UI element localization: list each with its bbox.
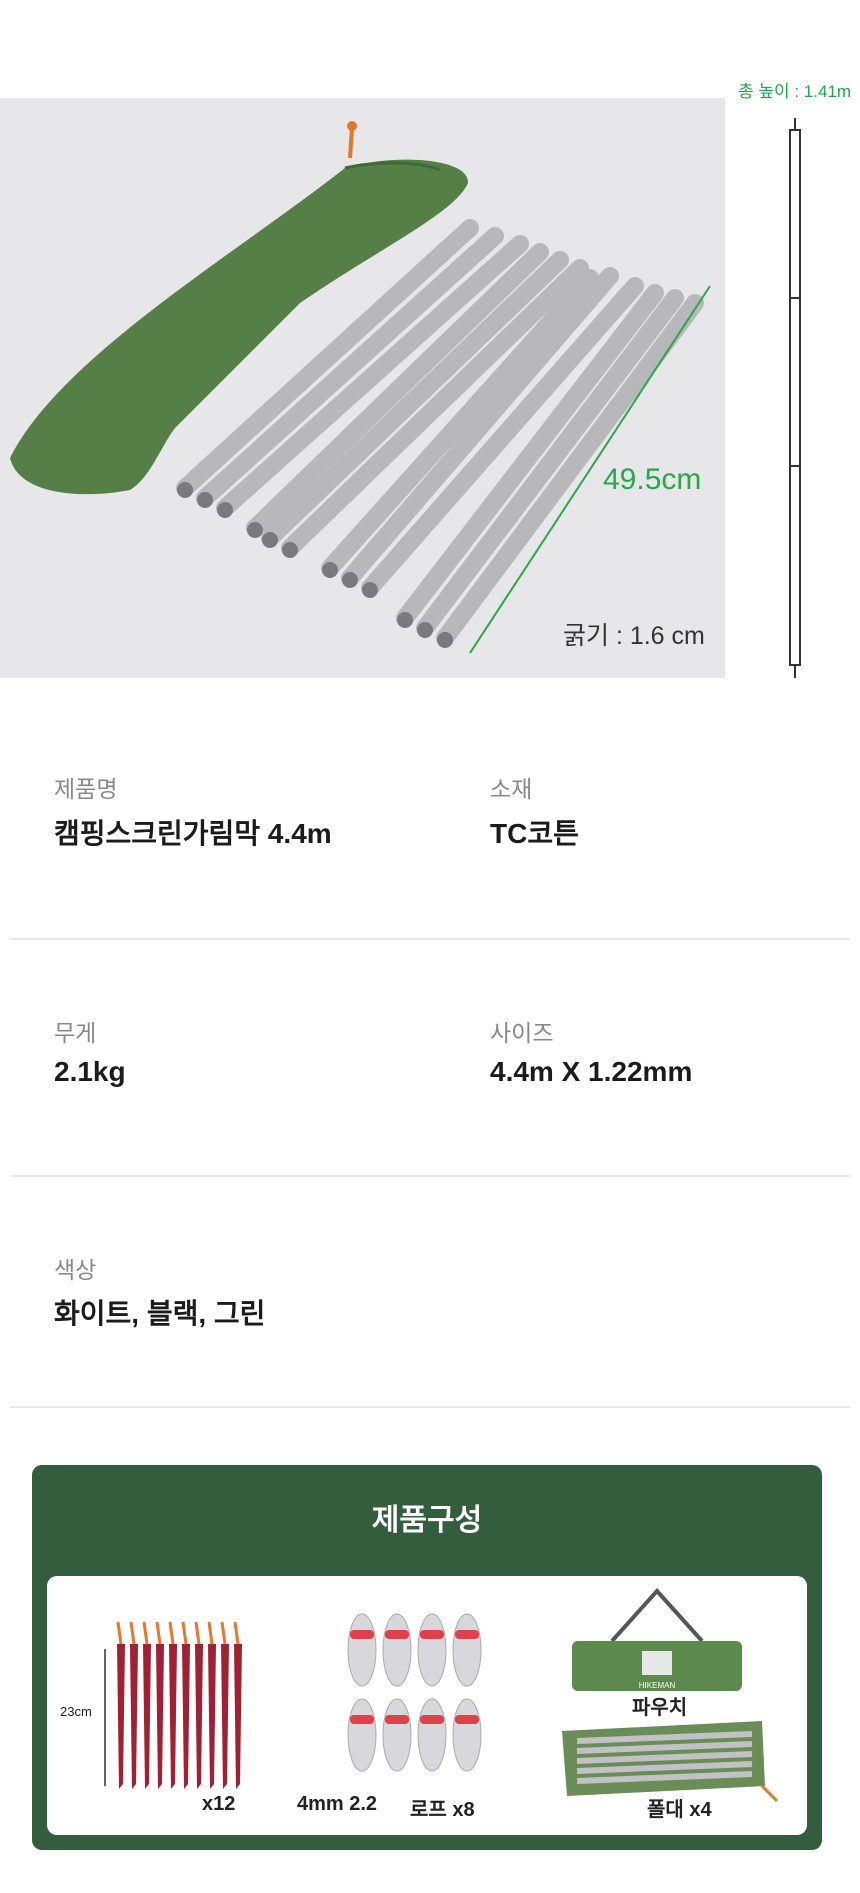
spec-value-product-name: 캠핑스크린가림막 4.4m bbox=[54, 818, 332, 849]
spec-label-size: 사이즈 bbox=[490, 1020, 554, 1046]
rope-count-label: 로프 x8 bbox=[410, 1799, 475, 1821]
pouch-illustration: HIKEMAN bbox=[572, 1588, 742, 1691]
assembled-pole-diagram bbox=[789, 118, 801, 678]
length-label: 49.5cm bbox=[603, 463, 702, 496]
divider bbox=[10, 1406, 850, 1408]
components-title: 제품구성 bbox=[371, 1504, 483, 1537]
components-card: 23cm x12 4mm 2.2 로프 x8 HIKEMAN 파우치 폴대 x4 bbox=[47, 1576, 807, 1835]
spec-value-size: 4.4m X 1.22mm bbox=[490, 1056, 693, 1087]
components-panel: 제품구성 23cm x12 4mm 2.2 로프 x8 HIKEMAN 파우치 … bbox=[32, 1465, 822, 1850]
spec-value-color: 화이트, 블랙, 그린 bbox=[54, 1298, 266, 1329]
peg-illustration bbox=[104, 1621, 242, 1789]
pole-count-label: 폴대 x4 bbox=[647, 1799, 712, 1821]
divider bbox=[10, 1175, 850, 1177]
spec-label-material: 소재 bbox=[490, 776, 533, 802]
rope-spec-label: 4mm 2.2 bbox=[297, 1793, 378, 1815]
spec-value-material: TC코튼 bbox=[490, 818, 579, 849]
rope-illustration bbox=[347, 1613, 482, 1772]
thickness-label: 굵기 : 1.6 cm bbox=[563, 622, 705, 650]
product-photo bbox=[0, 98, 725, 678]
spec-label-weight: 무게 bbox=[54, 1020, 97, 1046]
spec-label-product-name: 제품명 bbox=[54, 776, 118, 802]
pole-bag-illustration bbox=[10, 121, 711, 654]
total-height-label: 총 높이 : 1.41m bbox=[738, 82, 852, 101]
divider bbox=[10, 938, 850, 940]
peg-count-label: x12 bbox=[202, 1793, 236, 1815]
spec-value-weight: 2.1kg bbox=[54, 1056, 126, 1087]
pouch-brand: HIKEMAN bbox=[639, 1681, 676, 1690]
spec-label-color: 색상 bbox=[54, 1257, 97, 1283]
peg-height-label: 23cm bbox=[60, 1704, 92, 1719]
